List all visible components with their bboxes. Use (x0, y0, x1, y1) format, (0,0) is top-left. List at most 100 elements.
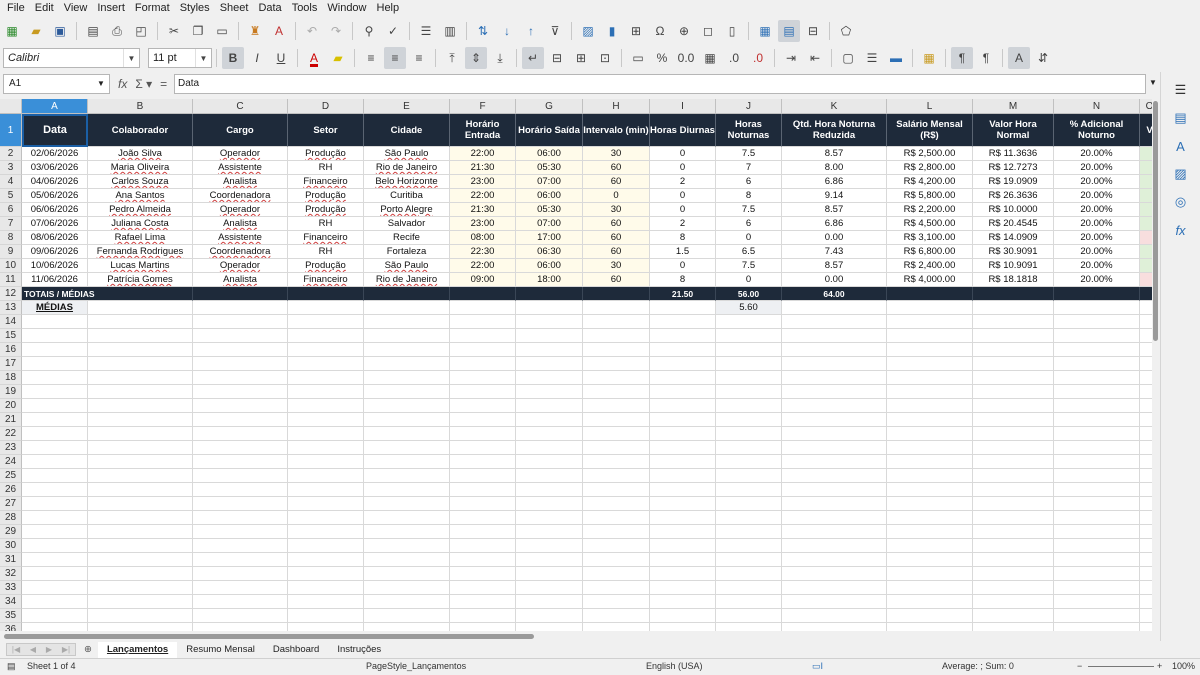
table-cell[interactable]: 20.00% (1054, 147, 1140, 161)
percent-format-icon[interactable]: % (651, 47, 673, 69)
empty-cell[interactable] (1054, 413, 1140, 427)
table-cell[interactable]: 2 (650, 217, 716, 231)
zoom-level[interactable]: 100% (1172, 661, 1195, 671)
text-direction-vertical-icon[interactable]: ⇵ (1032, 47, 1054, 69)
table-cell[interactable]: 1.5 (650, 245, 716, 259)
empty-cell[interactable] (88, 595, 193, 609)
empty-cell[interactable] (364, 581, 450, 595)
empty-cell[interactable] (782, 455, 887, 469)
empty-cell[interactable] (288, 385, 364, 399)
column-header[interactable]: K (782, 99, 887, 114)
empty-cell[interactable] (450, 399, 516, 413)
table-cell[interactable]: 60 (583, 161, 650, 175)
empty-cell[interactable] (650, 553, 716, 567)
row-header[interactable]: 17 (0, 357, 22, 371)
export-pdf-icon[interactable]: ▤ (82, 20, 104, 42)
cut-icon[interactable]: ✂ (163, 20, 185, 42)
row-header[interactable]: 5 (0, 189, 22, 203)
table-cell[interactable]: Assistente (193, 231, 288, 245)
row-header[interactable]: 6 (0, 203, 22, 217)
table-cell[interactable]: R$ 12.7273 (973, 161, 1054, 175)
row-icon[interactable]: ☰ (415, 20, 437, 42)
table-cell[interactable] (1140, 245, 1152, 259)
add-sheet-icon[interactable]: ⊕ (84, 644, 92, 655)
row-header[interactable]: 20 (0, 399, 22, 413)
table-cell[interactable]: R$ 6,800.00 (887, 245, 973, 259)
spelling-icon[interactable]: ✓ (382, 20, 404, 42)
currency-format-icon[interactable]: ▭ (627, 47, 649, 69)
table-cell[interactable]: R$ 5,800.00 (887, 189, 973, 203)
border-color-icon[interactable]: ▬ (885, 47, 907, 69)
column-title[interactable]: Qtd. Hora Noturna Reduzida (782, 114, 887, 147)
row-header[interactable]: 25 (0, 469, 22, 483)
empty-cell[interactable] (650, 357, 716, 371)
menu-window[interactable]: Window (322, 0, 371, 17)
empty-cell[interactable] (1140, 483, 1152, 497)
align-center-icon[interactable]: ≡ (384, 47, 406, 69)
table-cell[interactable]: 20.00% (1054, 231, 1140, 245)
empty-cell[interactable] (973, 525, 1054, 539)
prev-sheet-icon[interactable]: ◀ (30, 645, 36, 654)
undo-icon[interactable]: ↶ (301, 20, 323, 42)
empty-cell[interactable] (193, 427, 288, 441)
table-cell[interactable]: Rafael Lima (88, 231, 193, 245)
empty-cell[interactable] (288, 497, 364, 511)
row-header[interactable]: 24 (0, 455, 22, 469)
empty-cell[interactable] (450, 497, 516, 511)
empty-cell[interactable] (973, 315, 1054, 329)
table-cell[interactable]: 04/06/2026 (22, 175, 88, 189)
empty-cell[interactable] (516, 315, 583, 329)
sheet-navigation-buttons[interactable]: |◀ ◀ ▶ ▶| (6, 643, 76, 656)
empty-cell[interactable] (193, 469, 288, 483)
empty-cell[interactable] (650, 609, 716, 623)
empty-cell[interactable] (1054, 511, 1140, 525)
table-cell[interactable]: 20.00% (1054, 189, 1140, 203)
totals-cell[interactable]: 56.00 (716, 287, 782, 301)
table-cell[interactable] (1140, 259, 1152, 273)
empty-cell[interactable] (88, 441, 193, 455)
empty-cell[interactable] (716, 315, 782, 329)
zoom-out-icon[interactable]: − (1077, 661, 1082, 671)
empty-cell[interactable] (782, 595, 887, 609)
totals-cell[interactable]: 21.50 (650, 287, 716, 301)
empty-cell[interactable] (450, 371, 516, 385)
table-cell[interactable]: 06:00 (516, 189, 583, 203)
table-cell[interactable]: R$ 4,200.00 (887, 175, 973, 189)
empty-cell[interactable] (650, 385, 716, 399)
empty-cell[interactable] (193, 581, 288, 595)
empty-cell[interactable] (364, 497, 450, 511)
row-header[interactable]: 35 (0, 609, 22, 623)
empty-cell[interactable] (583, 567, 650, 581)
empty-cell[interactable] (973, 553, 1054, 567)
navigator-icon[interactable]: ◎ (1171, 192, 1191, 212)
align-bottom-icon[interactable]: ⤓ (489, 47, 511, 69)
row-header[interactable]: 8 (0, 231, 22, 245)
empty-cell[interactable] (516, 357, 583, 371)
empty-cell[interactable] (583, 371, 650, 385)
table-cell[interactable]: Maria Oliveira (88, 161, 193, 175)
empty-cell[interactable] (450, 385, 516, 399)
empty-cell[interactable] (1140, 385, 1152, 399)
table-cell[interactable]: 22:30 (450, 245, 516, 259)
empty-cell[interactable] (1140, 329, 1152, 343)
empty-cell[interactable] (450, 539, 516, 553)
empty-cell[interactable] (583, 539, 650, 553)
table-cell[interactable]: R$ 4,500.00 (887, 217, 973, 231)
empty-cell[interactable] (1140, 413, 1152, 427)
table-cell[interactable]: 21:30 (450, 203, 516, 217)
empty-cell[interactable] (716, 371, 782, 385)
empty-cell[interactable] (193, 357, 288, 371)
empty-cell[interactable] (782, 427, 887, 441)
empty-cell[interactable] (450, 623, 516, 631)
row-header[interactable]: 14 (0, 315, 22, 329)
table-cell[interactable]: 02/06/2026 (22, 147, 88, 161)
empty-cell[interactable] (782, 371, 887, 385)
menu-tools[interactable]: Tools (287, 0, 323, 17)
empty-cell[interactable] (364, 427, 450, 441)
totals-cell[interactable]: TOTAIS / MÉDIAS (22, 287, 193, 301)
empty-cell[interactable] (22, 427, 88, 441)
table-cell[interactable]: 0.00 (782, 231, 887, 245)
empty-cell[interactable] (887, 483, 973, 497)
zoom-in-icon[interactable]: + (1157, 661, 1162, 671)
row-header[interactable]: 23 (0, 441, 22, 455)
